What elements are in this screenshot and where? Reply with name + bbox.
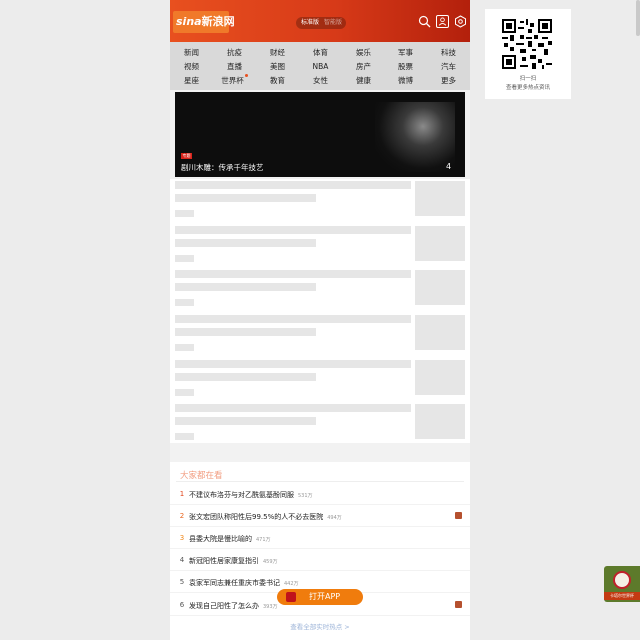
hot-tag-icon (455, 601, 462, 608)
trending-heat: 531万 (298, 493, 313, 499)
user-icon[interactable] (436, 15, 449, 28)
nav-item-weibo[interactable]: 微博 (384, 74, 427, 88)
trending-text: 发现自己阳性了怎么办 393万 (189, 602, 278, 610)
nav-item-nba[interactable]: NBA (299, 60, 342, 74)
trending-rank: 5 (179, 578, 185, 586)
skeleton-item (170, 181, 470, 225)
banner-badge: 专题 (181, 153, 192, 159)
mode-other[interactable]: 智能版 (324, 17, 342, 29)
nav-item-live[interactable]: 直播 (213, 60, 256, 74)
skeleton-item (170, 315, 470, 359)
trending-section: 大家都在看 1 不建议布洛芬与对乙酰氨基酚同服 531万 2 张文宏团队称阳性后9… (170, 462, 470, 640)
trending-item[interactable]: 3 县委大院是慢比喻的 471万 (170, 527, 470, 549)
banner-slide-count: 4 (446, 162, 452, 171)
trending-heat: 471万 (256, 537, 271, 543)
trending-heat: 494万 (327, 515, 342, 521)
banner-image (375, 102, 455, 172)
search-icon[interactable] (418, 15, 431, 28)
top-header: sina新浪网 标准版 智能版 (170, 0, 470, 42)
trending-rank: 6 (179, 601, 185, 609)
qr-caption: 扫一扫 (519, 76, 537, 82)
trending-rank: 2 (179, 512, 185, 520)
worldcup-label: 卡塔尔世界杯 (604, 592, 640, 600)
logo-text: 新浪网 (201, 15, 235, 28)
trending-title: 大家都在看 (180, 471, 223, 481)
nav-item-photos[interactable]: 美图 (256, 60, 299, 74)
mode-standard[interactable]: 标准版 (301, 17, 319, 29)
app-icon (286, 592, 296, 602)
qr-subcaption: 查看更多热点资讯 (505, 85, 550, 91)
nav-item-realestate[interactable]: 房产 (342, 60, 385, 74)
sina-logo[interactable]: sina新浪网 (173, 11, 235, 33)
nav-item-entertainment[interactable]: 娱乐 (342, 46, 385, 60)
scrollbar[interactable] (636, 0, 640, 36)
skeleton-item (170, 270, 470, 314)
nav-item-video[interactable]: 视频 (170, 60, 213, 74)
feed-loading-placeholder (170, 179, 470, 443)
trending-heat: 459万 (263, 559, 278, 565)
qr-panel: 扫一扫 查看更多热点资讯 (485, 9, 571, 99)
skeleton-item (170, 226, 470, 270)
nav-item-tech[interactable]: 科技 (427, 46, 470, 60)
open-app-button[interactable]: 打开APP (277, 589, 363, 605)
trending-text: 县委大院是慢比喻的 471万 (189, 535, 271, 543)
football-icon (613, 571, 631, 589)
mobile-page: sina新浪网 标准版 智能版 新闻 抗疫 财经 体育 娱乐 军事 科技 视频 … (170, 0, 470, 640)
nav-item-sports[interactable]: 体育 (299, 46, 342, 60)
edition-toggle[interactable]: 标准版 智能版 (296, 17, 346, 29)
view-all-trending-link[interactable]: 查看全部实时热点 > (170, 621, 470, 631)
nav-item-women[interactable]: 女性 (299, 74, 342, 88)
qr-code-icon (502, 19, 552, 69)
nav-item-military[interactable]: 军事 (384, 46, 427, 60)
channel-nav: 新闻 抗疫 财经 体育 娱乐 军事 科技 视频 直播 美图 NBA 房产 股票 … (170, 42, 470, 90)
new-dot-icon (244, 74, 248, 77)
worldcup-floating-badge[interactable]: 卡塔尔世界杯 (604, 566, 640, 602)
trending-item[interactable]: 4 新冠阳性居家康复指引 459万 (170, 549, 470, 571)
trending-heat: 393万 (263, 604, 278, 610)
divider (176, 481, 464, 482)
open-app-label: 打开APP (309, 592, 341, 601)
hot-tag-icon (455, 512, 462, 519)
banner-title: 剧川木雕：传承千年技艺 (181, 163, 264, 172)
nav-item-news[interactable]: 新闻 (170, 46, 213, 60)
trending-text: 不建议布洛芬与对乙酰氨基酚同服 531万 (189, 491, 313, 499)
nav-item-health[interactable]: 健康 (342, 74, 385, 88)
nav-item-horoscope[interactable]: 星座 (170, 74, 213, 88)
nav-item-stocks[interactable]: 股票 (384, 60, 427, 74)
trending-item[interactable]: 2 张文宏团队称阳性后99.5%的人不必去医院 494万 (170, 505, 470, 527)
nav-item-more[interactable]: 更多 (427, 74, 470, 88)
trending-text: 袁家军同志兼任重庆市委书记 442万 (189, 579, 299, 587)
nav-item-auto[interactable]: 汽车 (427, 60, 470, 74)
skeleton-item (170, 360, 470, 404)
skeleton-item (170, 404, 470, 448)
trending-text: 新冠阳性居家康复指引 459万 (189, 557, 278, 565)
nav-item-worldcup[interactable]: 世界杯 (213, 74, 256, 88)
nav-item-finance[interactable]: 财经 (256, 46, 299, 60)
trending-rank: 1 (179, 490, 185, 498)
trending-text: 张文宏团队称阳性后99.5%的人不必去医院 494万 (189, 513, 342, 521)
trending-rank: 4 (179, 556, 185, 564)
trending-heat: 442万 (284, 581, 299, 587)
settings-icon[interactable] (454, 15, 467, 28)
nav-item-antiepidemic[interactable]: 抗疫 (213, 46, 256, 60)
trending-rank: 3 (179, 534, 185, 542)
nav-item-education[interactable]: 教育 (256, 74, 299, 88)
trending-item[interactable]: 1 不建议布洛芬与对乙酰氨基酚同服 531万 (170, 483, 470, 505)
headline-banner[interactable]: 专题 剧川木雕：传承千年技艺 4 (175, 92, 465, 177)
